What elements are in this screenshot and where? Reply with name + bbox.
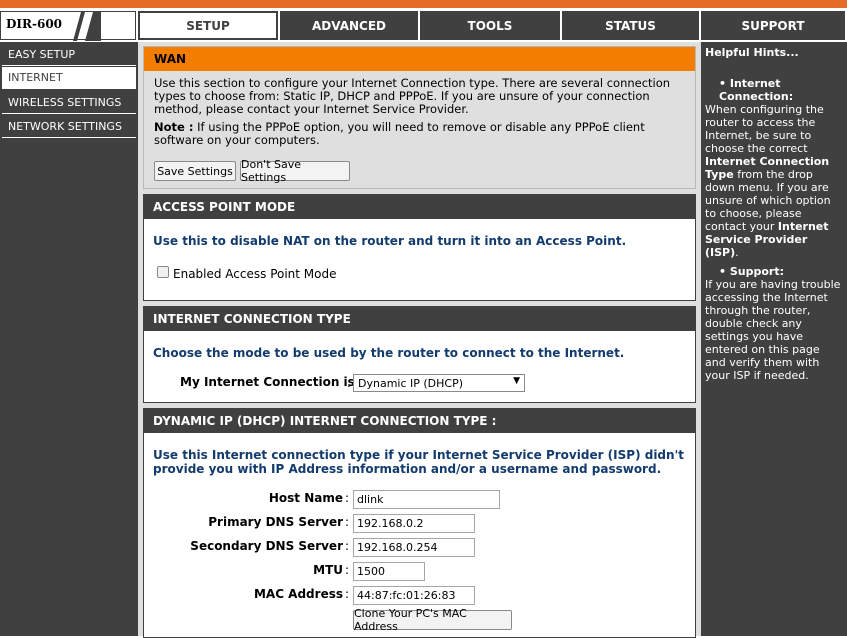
hints-title: Helpful Hints...: [705, 46, 799, 59]
mac-address-input[interactable]: 44:87:fc:01:26:83: [353, 586, 475, 605]
top-accent-bar: [0, 0, 847, 8]
wan-description: Use this section to configure your Inter…: [154, 76, 671, 116]
bullet-icon: •: [719, 265, 727, 278]
secondary-dns-label: Secondary DNS Server: [190, 539, 343, 553]
sidebar: EASY SETUP INTERNET WIRELESS SETTINGS NE…: [0, 42, 138, 636]
wan-section: WAN Use this section to configure your I…: [143, 46, 696, 189]
access-point-title: ACCESS POINT MODE: [144, 195, 695, 219]
tab-support[interactable]: SUPPORT: [701, 11, 845, 40]
sidebar-item-network-settings[interactable]: NETWORK SETTINGS: [2, 116, 136, 138]
bullet-icon: •: [719, 77, 727, 90]
connection-type-selected-value: Dynamic IP (DHCP): [358, 377, 464, 390]
wan-note-label: Note :: [154, 120, 194, 134]
mtu-colon: :: [345, 563, 350, 577]
sidebar-item-wireless-settings[interactable]: WIRELESS SETTINGS: [2, 92, 136, 114]
access-point-description: Use this to disable NAT on the router an…: [153, 234, 627, 248]
connection-type-colon: :: [347, 376, 352, 390]
connection-type-title: INTERNET CONNECTION TYPE: [144, 307, 695, 331]
tab-advanced[interactable]: ADVANCED: [280, 11, 418, 40]
mac-address-colon: :: [345, 587, 350, 601]
tab-setup[interactable]: SETUP: [138, 11, 278, 40]
hint-support-heading: • Support:: [705, 265, 843, 278]
hint-internet-text-part: .: [735, 246, 739, 259]
tab-tools[interactable]: TOOLS: [420, 11, 560, 40]
model-brand: DIR-600: [0, 11, 136, 41]
hint-internet-text-part: When configuring the router to access th…: [705, 103, 824, 155]
host-name-label: Host Name: [268, 491, 343, 505]
connection-type-description: Choose the mode to be used by the router…: [153, 346, 625, 360]
access-point-checkbox[interactable]: [157, 266, 169, 278]
hint-internet-heading: • Internet Connection:: [705, 77, 843, 103]
primary-dns-label: Primary DNS Server: [208, 515, 343, 529]
access-point-section: ACCESS POINT MODE Use this to disable NA…: [143, 194, 696, 301]
mtu-input[interactable]: 1500: [353, 562, 425, 581]
secondary-dns-input[interactable]: 192.168.0.254: [353, 538, 475, 557]
host-name-input[interactable]: dlink: [353, 490, 500, 509]
dont-save-settings-button[interactable]: Don't Save Settings: [240, 158, 350, 184]
sidebar-item-internet[interactable]: INTERNET: [2, 67, 136, 89]
model-name: DIR-600: [6, 17, 63, 31]
connection-type-label: My Internet Connection is: [180, 375, 355, 389]
chevron-down-icon: ▼: [513, 376, 520, 386]
wan-title: WAN: [144, 47, 695, 71]
dhcp-description: Use this Internet connection type if you…: [153, 448, 684, 476]
hint-internet-text: When configuring the router to access th…: [705, 103, 843, 259]
hint-support-heading-text: Support:: [729, 265, 785, 278]
connection-type-select[interactable]: Dynamic IP (DHCP) ▼: [353, 374, 525, 392]
hint-support-text: If you are having trouble accessing the …: [705, 278, 841, 382]
clone-mac-button[interactable]: Clone Your PC's MAC Address: [353, 607, 512, 633]
tab-status[interactable]: STATUS: [562, 11, 699, 40]
brand-slash-icon: [73, 12, 101, 41]
host-name-colon: :: [345, 491, 350, 505]
helpful-hints-panel: Helpful Hints... • Internet Connection: …: [701, 42, 847, 636]
dhcp-title: DYNAMIC IP (DHCP) INTERNET CONNECTION TY…: [144, 409, 695, 433]
primary-dns-colon: :: [345, 515, 350, 529]
access-point-checkbox-label: Enabled Access Point Mode: [173, 267, 337, 281]
sidebar-item-easy-setup[interactable]: EASY SETUP: [2, 44, 136, 66]
wan-note-text: If using the PPPoE option, you will need…: [154, 120, 645, 147]
mtu-label: MTU: [313, 563, 343, 577]
save-settings-button[interactable]: Save Settings: [154, 161, 236, 181]
secondary-dns-colon: :: [345, 539, 350, 553]
mac-address-label: MAC Address: [253, 587, 343, 601]
dhcp-section: DYNAMIC IP (DHCP) INTERNET CONNECTION TY…: [143, 408, 696, 638]
wan-note: Note : If using the PPPoE option, you wi…: [144, 116, 695, 147]
hint-internet-heading-text: Internet Connection:: [719, 77, 794, 103]
connection-type-section: INTERNET CONNECTION TYPE Choose the mode…: [143, 306, 696, 403]
primary-dns-input[interactable]: 192.168.0.2: [353, 514, 475, 533]
